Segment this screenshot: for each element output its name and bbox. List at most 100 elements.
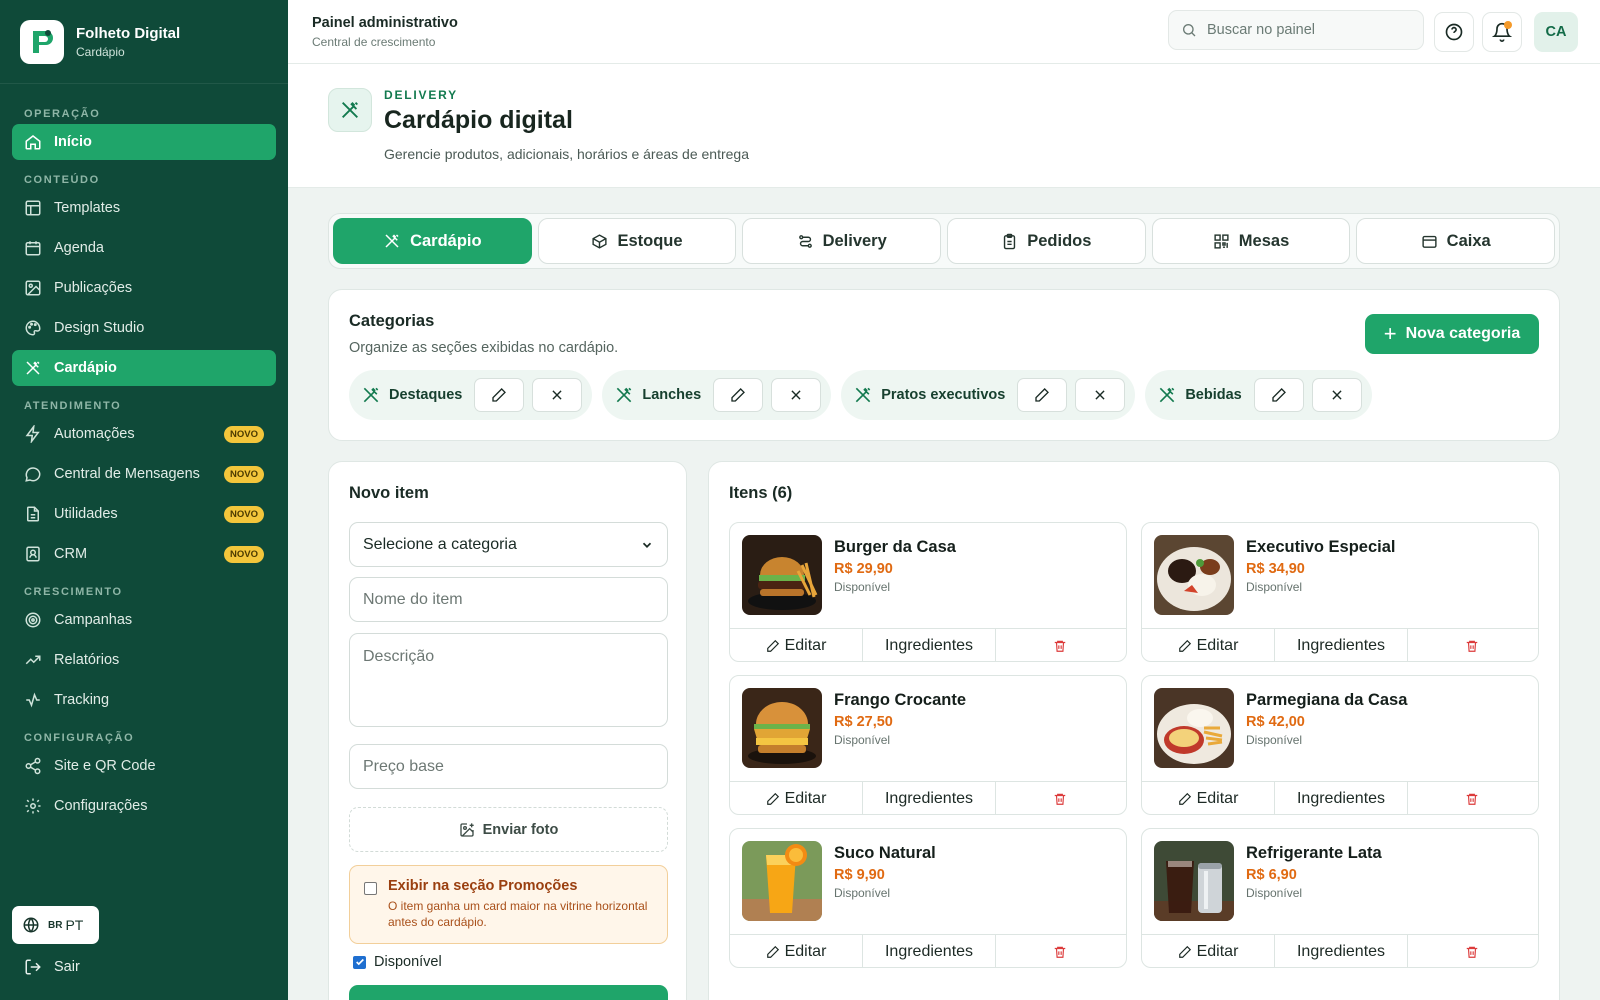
- target-icon: [25, 612, 41, 628]
- sidebar-item-relatorios[interactable]: Relatórios: [12, 642, 276, 678]
- tab-caixa[interactable]: Caixa: [1356, 218, 1556, 264]
- sidebar-item-tracking[interactable]: Tracking: [12, 682, 276, 718]
- sidebar-item-cardapio[interactable]: Cardápio: [12, 350, 276, 386]
- ingredients-button[interactable]: Ingredientes: [1275, 629, 1408, 661]
- page-eyebrow: DELIVERY: [384, 88, 458, 102]
- notifications-button[interactable]: [1482, 12, 1522, 52]
- item-name: Burger da Casa: [834, 538, 956, 556]
- avatar[interactable]: CA: [1534, 12, 1578, 52]
- sidebar-item-utilidades[interactable]: Utilidades NOVO: [12, 496, 276, 532]
- ingredients-button[interactable]: Ingredientes: [863, 782, 996, 814]
- ingredients-button[interactable]: Ingredientes: [863, 629, 996, 661]
- tab-mesas[interactable]: Mesas: [1151, 218, 1351, 264]
- tab-pedidos[interactable]: Pedidos: [947, 218, 1146, 264]
- item-name: Executivo Especial: [1246, 538, 1396, 556]
- promotions-checkbox[interactable]: [364, 882, 377, 895]
- upload-photo-button[interactable]: Enviar foto: [349, 807, 668, 852]
- sidebar-item-agenda[interactable]: Agenda: [12, 230, 276, 266]
- edit-category-button[interactable]: [713, 378, 764, 412]
- ingredients-button[interactable]: Ingredientes: [1275, 935, 1408, 967]
- available-option[interactable]: Disponível: [353, 954, 442, 970]
- tab-label: Pedidos: [1027, 231, 1092, 250]
- delete-item-button[interactable]: [996, 935, 1126, 967]
- item-photo: [742, 841, 822, 921]
- item-name-field[interactable]: Nome do item: [349, 577, 668, 622]
- menu-item-card[interactable]: Frango Crocante R$ 27,50 Disponível Edit…: [729, 675, 1127, 815]
- delete-category-button[interactable]: [1311, 378, 1362, 412]
- sidebar-item-design-studio[interactable]: Design Studio: [12, 310, 276, 346]
- ingredients-button[interactable]: Ingredientes: [1275, 782, 1408, 814]
- utensils-crossed-icon: [617, 387, 632, 403]
- tab-cardapio[interactable]: Cardápio: [333, 218, 532, 264]
- tab-delivery[interactable]: Delivery: [742, 218, 942, 264]
- edit-item-button[interactable]: Editar: [730, 782, 863, 814]
- delete-category-button[interactable]: [1075, 378, 1126, 412]
- menu-item-card[interactable]: Suco Natural R$ 9,90 Disponível Editar I…: [729, 828, 1127, 968]
- sidebar-item-site-qr[interactable]: Site e QR Code: [12, 748, 276, 784]
- item-price: R$ 29,90: [834, 561, 893, 577]
- category-select[interactable]: Selecione a categoria: [349, 522, 668, 567]
- menu-item-card[interactable]: Executivo Especial R$ 34,90 Disponível E…: [1141, 522, 1539, 662]
- language-switcher[interactable]: BR PT: [12, 906, 99, 944]
- sidebar-item-label: Design Studio: [54, 320, 145, 336]
- message-circle-icon: [25, 467, 41, 482]
- sidebar-item-crm[interactable]: CRM NOVO: [12, 536, 276, 572]
- sidebar: Folheto Digital Cardápio OPERAÇÃO Início…: [0, 0, 288, 1000]
- sidebar-item-label: Automações: [54, 426, 135, 442]
- tab-estoque[interactable]: Estoque: [537, 218, 737, 264]
- edit-item-button[interactable]: Editar: [1142, 935, 1275, 967]
- category-chip[interactable]: Lanches: [602, 370, 832, 420]
- utensils-crossed-icon: [328, 88, 372, 132]
- category-chip[interactable]: Pratos executivos: [841, 370, 1136, 420]
- ingredients-label: Ingredientes: [1296, 943, 1386, 960]
- edit-item-button[interactable]: Editar: [730, 935, 863, 967]
- sidebar-item-central-mensagens[interactable]: Central de Mensagens NOVO: [12, 456, 276, 492]
- logout-button[interactable]: Sair: [24, 958, 80, 976]
- sidebar-item-automacoes[interactable]: Automações NOVO: [12, 416, 276, 452]
- edit-item-button[interactable]: Editar: [730, 629, 863, 661]
- category-chip[interactable]: Bebidas: [1145, 370, 1372, 420]
- categories-card: Categorias Organize as seções exibidas n…: [328, 289, 1560, 441]
- edit-category-button[interactable]: [1017, 378, 1068, 412]
- sidebar-item-campanhas[interactable]: Campanhas: [12, 602, 276, 638]
- sidebar-item-inicio[interactable]: Início: [12, 124, 276, 160]
- pencil-icon: [492, 388, 507, 402]
- tab-label: Estoque: [617, 231, 683, 250]
- delete-item-button[interactable]: [1408, 629, 1538, 661]
- available-checkbox[interactable]: [353, 955, 366, 969]
- edit-item-button[interactable]: Editar: [1142, 782, 1275, 814]
- close-icon: [1095, 390, 1105, 400]
- brand[interactable]: Folheto Digital Cardápio: [0, 0, 288, 84]
- category-chip[interactable]: Destaques: [349, 370, 593, 420]
- save-item-button[interactable]: [349, 985, 668, 1000]
- ingredients-button[interactable]: Ingredientes: [863, 935, 996, 967]
- edit-item-button[interactable]: Editar: [1142, 629, 1275, 661]
- new-item-card: Novo item Selecione a categoria Nome do …: [328, 461, 687, 1000]
- edit-category-button[interactable]: [474, 378, 525, 412]
- delete-item-button[interactable]: [996, 782, 1126, 814]
- ingredients-label: Ingredientes: [884, 943, 974, 960]
- sidebar-item-publicacoes[interactable]: Publicações: [12, 270, 276, 306]
- menu-item-card[interactable]: Burger da Casa R$ 29,90 Disponível Edita…: [729, 522, 1127, 662]
- search-input[interactable]: Buscar no painel: [1168, 10, 1424, 50]
- sidebar-item-templates[interactable]: Templates: [12, 190, 276, 226]
- delete-item-button[interactable]: [1408, 782, 1538, 814]
- menu-item-card[interactable]: Refrigerante Lata R$ 6,90 Disponível Edi…: [1141, 828, 1539, 968]
- plus-icon: +: [1383, 321, 1397, 346]
- delete-category-button[interactable]: [532, 378, 583, 412]
- sidebar-item-label: Utilidades: [54, 506, 118, 522]
- categories-subtitle: Organize as seções exibidas no cardápio.: [349, 340, 619, 356]
- menu-item-card[interactable]: Parmegiana da Casa R$ 42,00 Disponível E…: [1141, 675, 1539, 815]
- pencil-icon: [766, 639, 779, 652]
- brand-subtitle: Cardápio: [76, 44, 125, 59]
- edit-category-button[interactable]: [1253, 378, 1304, 412]
- delete-item-button[interactable]: [1408, 935, 1538, 967]
- sidebar-item-configuracoes[interactable]: Configurações: [12, 788, 276, 824]
- new-category-button[interactable]: + Nova categoria: [1365, 314, 1539, 354]
- help-button[interactable]: [1434, 12, 1474, 52]
- item-description-field[interactable]: Descrição: [349, 633, 668, 727]
- delete-category-button[interactable]: [771, 378, 822, 412]
- item-price-field[interactable]: Preço base: [349, 744, 668, 789]
- delete-item-button[interactable]: [996, 629, 1126, 661]
- pencil-icon: [1178, 639, 1191, 652]
